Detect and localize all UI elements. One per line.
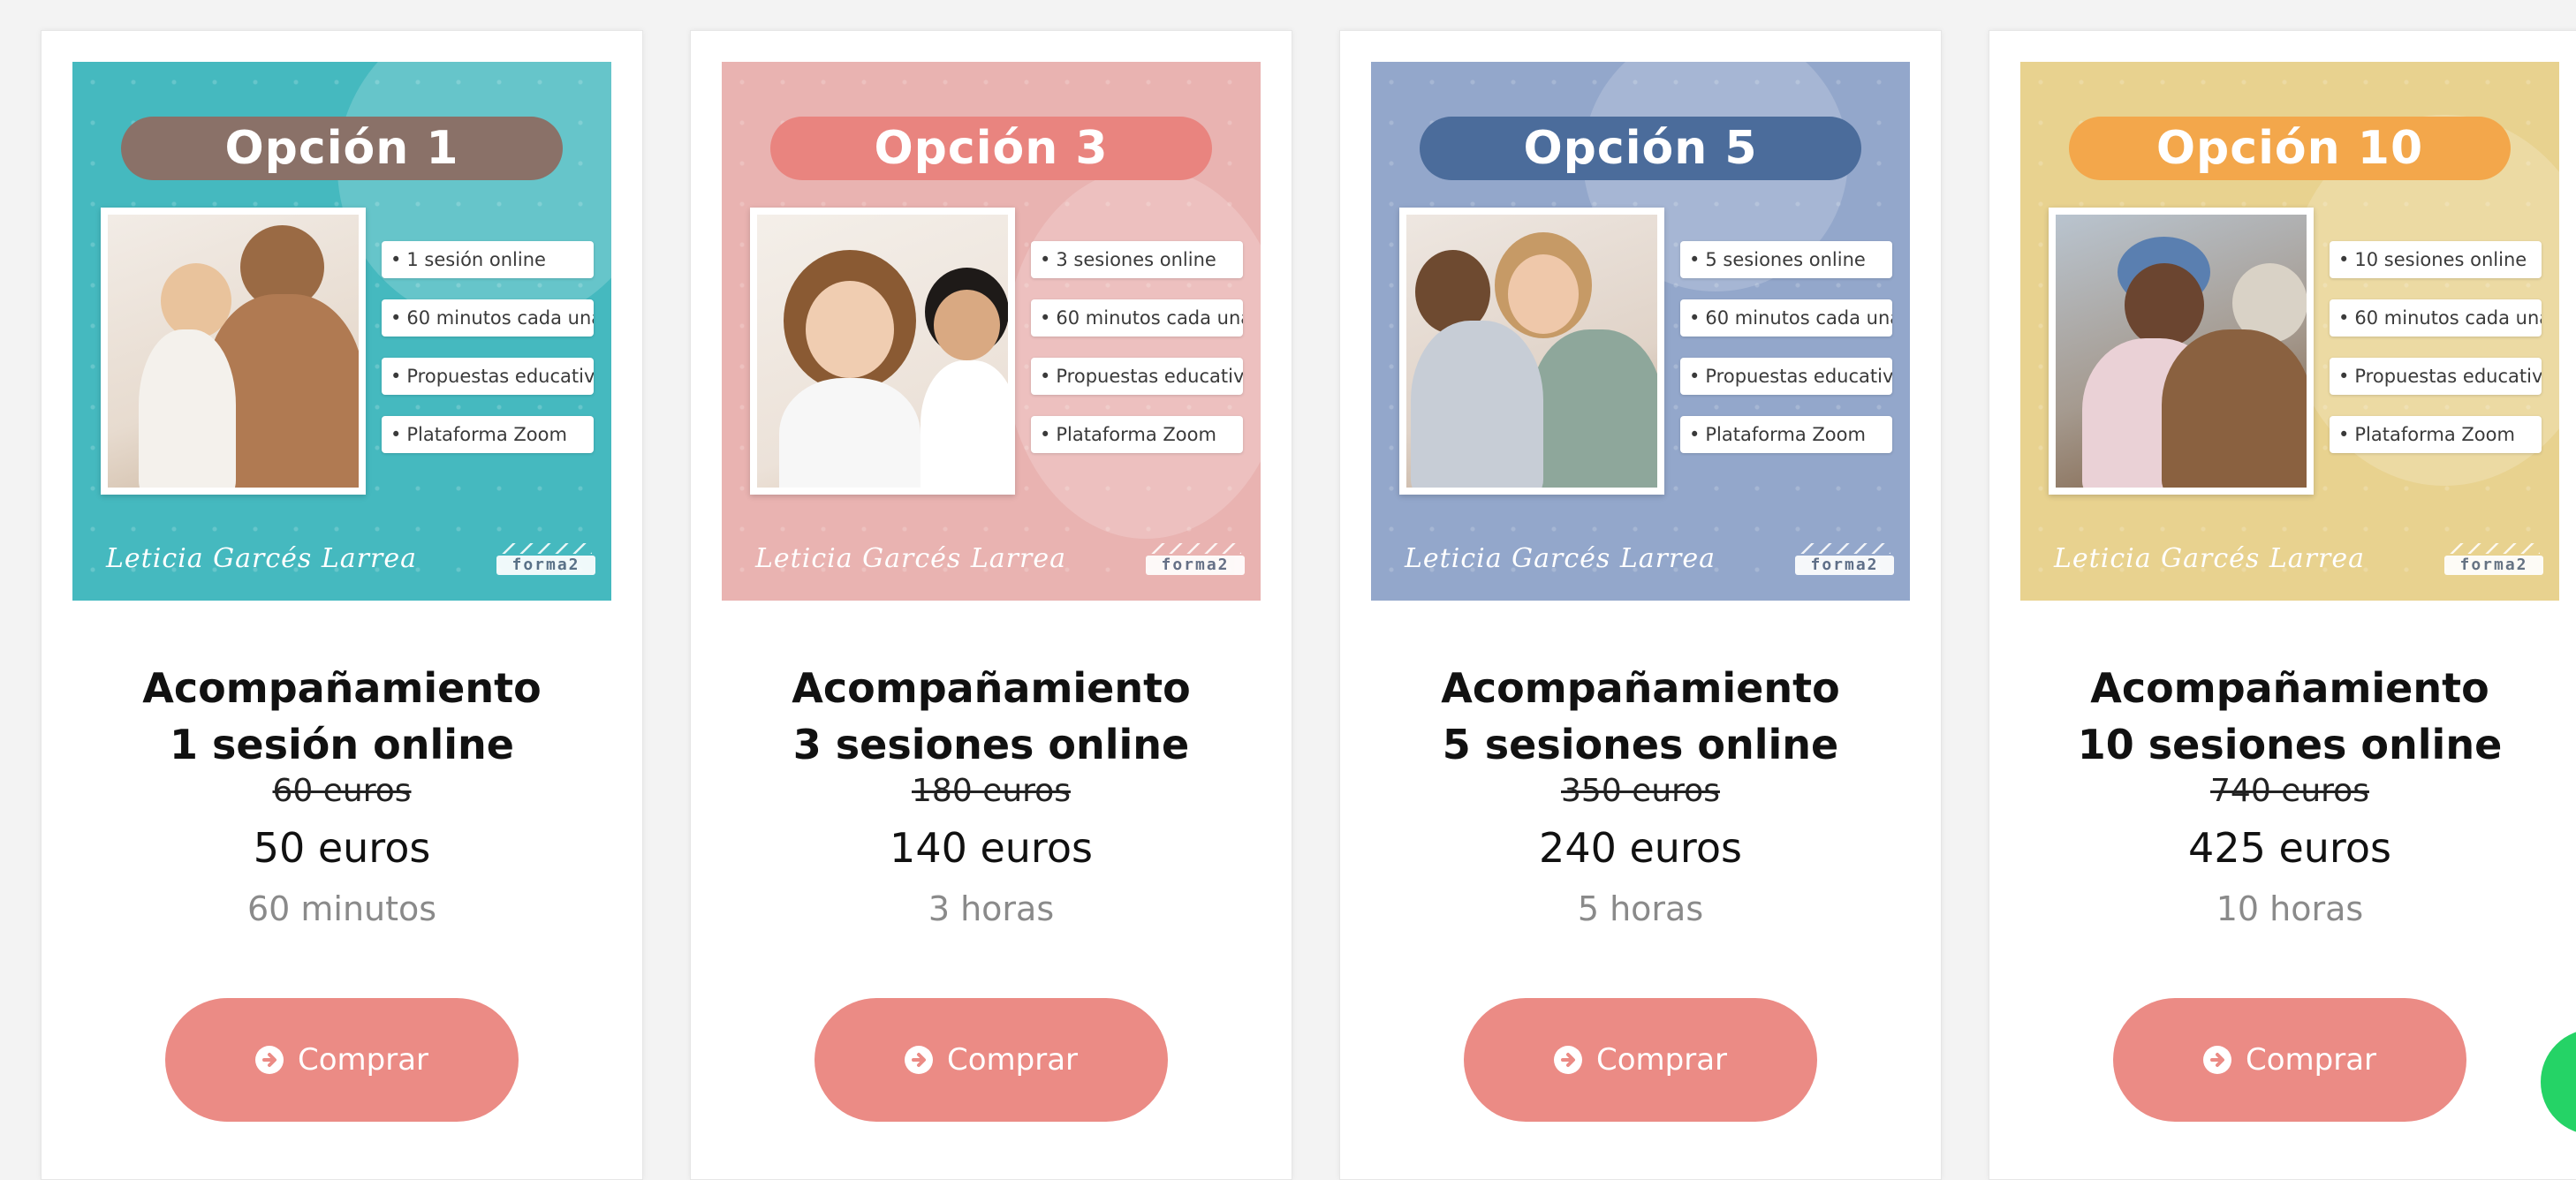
feature-item: • 60 minutos cada una: [382, 299, 594, 337]
bullet-icon: •: [2338, 424, 2350, 445]
product-image[interactable]: Opción 10 • 10 sesiones online • 60 minuto…: [2020, 62, 2559, 601]
feature-list: • 3 sesiones online • 60 minutos cada una …: [1031, 241, 1243, 474]
feature-item: •Propuestas educativas: [2330, 358, 2542, 395]
option-badge: Opción 1: [121, 117, 563, 180]
product-title-line-1: Acompañamiento: [792, 664, 1191, 712]
arrow-circle-right-icon: [1553, 1046, 1582, 1074]
duration: 5 horas: [1577, 889, 1704, 928]
duration: 60 minutos: [246, 889, 437, 928]
product-title-line-1: Acompañamiento: [2090, 664, 2489, 712]
product-card-option-10: Opción 10 • 10 sesiones online • 60 minuto…: [1989, 30, 2576, 1180]
author-signature: Leticia Garcés Larrea: [755, 543, 1066, 574]
brand-logo: forma2: [2444, 543, 2543, 575]
original-price: 180 euros: [912, 773, 1071, 809]
feature-item: • 3 sesiones online: [1031, 241, 1243, 278]
feature-list: • 5 sesiones online • 60 minutos cada una …: [1680, 241, 1892, 474]
feature-list: • 10 sesiones online • 60 minutos cada una…: [2330, 241, 2542, 474]
feature-item: • 60 minutos cada una: [1031, 299, 1243, 337]
author-signature: Leticia Garcés Larrea: [106, 543, 417, 574]
poster-photo: [1399, 208, 1664, 495]
option-badge: Opción 10: [2069, 117, 2511, 180]
bullet-icon: •: [1040, 307, 1051, 329]
author-signature: Leticia Garcés Larrea: [2054, 543, 2365, 574]
buy-button[interactable]: Comprar: [165, 998, 519, 1122]
bullet-icon: •: [1689, 249, 1701, 270]
arrow-circle-right-icon: [2202, 1046, 2231, 1074]
feature-list: • 1 sesión online • 60 minutos cada una • P…: [382, 241, 594, 474]
feature-item: • 60 minutos cada una: [1680, 299, 1892, 337]
bullet-icon: •: [2338, 307, 2350, 329]
product-title-line-2: 3 sesiones online: [792, 721, 1190, 768]
bullet-icon: •: [390, 424, 402, 445]
feature-item: • Plataforma Zoom: [1680, 416, 1892, 453]
feature-item: • 60 minutos cada una: [2330, 299, 2542, 337]
brand-logo: forma2: [1146, 543, 1245, 575]
arrow-circle-right-icon: [904, 1046, 933, 1074]
original-price: 740 euros: [2210, 773, 2369, 809]
feature-item: • Plataforma Zoom: [2330, 416, 2542, 453]
sale-price: 50 euros: [253, 824, 431, 872]
buy-button[interactable]: Comprar: [814, 998, 1168, 1122]
buy-button-label: Comprar: [2245, 1042, 2377, 1078]
feature-item: • 5 sesiones online: [1680, 241, 1892, 278]
buy-button[interactable]: Comprar: [2113, 998, 2466, 1122]
product-title-line-2: 1 sesión online: [170, 721, 514, 768]
buy-button-label: Comprar: [946, 1042, 1079, 1078]
feature-item: • 10 sesiones online: [2330, 241, 2542, 278]
original-price: 350 euros: [1561, 773, 1720, 809]
bullet-icon: •: [1689, 366, 1701, 387]
poster-photo: [101, 208, 366, 495]
product-card-option-3: Opción 3 • 3 sesiones online • 60 minutos …: [690, 30, 1292, 1180]
product-title-line-2: 10 sesiones online: [2077, 721, 2503, 768]
sale-price: 240 euros: [1539, 824, 1742, 872]
product-image[interactable]: Opción 3 • 3 sesiones online • 60 minutos …: [722, 62, 1261, 601]
product-card-option-1: Opción 1 • 1 sesión online • 60 minutos ca…: [41, 30, 643, 1180]
product-title-line-1: Acompañamiento: [142, 664, 542, 712]
poster-photo: [750, 208, 1015, 495]
feature-item: • Plataforma Zoom: [1031, 416, 1243, 453]
original-price: 60 euros: [272, 773, 412, 809]
brand-logo: forma2: [1795, 543, 1894, 575]
feature-item: •Propuestas educativas: [1031, 358, 1243, 395]
buy-button[interactable]: Comprar: [1464, 998, 1817, 1122]
buy-button-label: Comprar: [1595, 1042, 1728, 1078]
sale-price: 140 euros: [890, 824, 1093, 872]
brand-logo: forma2: [496, 543, 595, 575]
arrow-circle-right-icon: [254, 1046, 284, 1074]
feature-item: • 1 sesión online: [382, 241, 594, 278]
feature-item: •Propuestas educativas: [1680, 358, 1892, 395]
bullet-icon: •: [390, 307, 402, 329]
option-badge: Opción 3: [770, 117, 1212, 180]
bullet-icon: •: [1040, 366, 1051, 387]
feature-item: • Plataforma Zoom: [382, 416, 594, 453]
buy-button-label: Comprar: [297, 1042, 429, 1078]
bullet-icon: •: [1040, 424, 1051, 445]
poster-photo: [2049, 208, 2314, 495]
product-title-line-2: 5 sesiones online: [1442, 721, 1839, 768]
product-image[interactable]: Opción 5 • 5 sesiones online • 60 minutos …: [1371, 62, 1910, 601]
author-signature: Leticia Garcés Larrea: [1405, 543, 1716, 574]
feature-item: •Propuestas educativas: [382, 358, 594, 395]
duration: 3 horas: [928, 889, 1055, 928]
bullet-icon: •: [2338, 366, 2350, 387]
option-badge: Opción 5: [1420, 117, 1861, 180]
sale-price: 425 euros: [2188, 824, 2391, 872]
bullet-icon: •: [1040, 249, 1051, 270]
bullet-icon: •: [1689, 307, 1701, 329]
product-title-line-1: Acompañamiento: [1441, 664, 1840, 712]
product-image[interactable]: Opción 1 • 1 sesión online • 60 minutos ca…: [72, 62, 611, 601]
bullet-icon: •: [390, 249, 402, 270]
bullet-icon: •: [390, 366, 402, 387]
bullet-icon: •: [2338, 249, 2350, 270]
product-card-option-5: Opción 5 • 5 sesiones online • 60 minutos …: [1339, 30, 1942, 1180]
duration: 10 horas: [2216, 889, 2364, 928]
bullet-icon: •: [1689, 424, 1701, 445]
